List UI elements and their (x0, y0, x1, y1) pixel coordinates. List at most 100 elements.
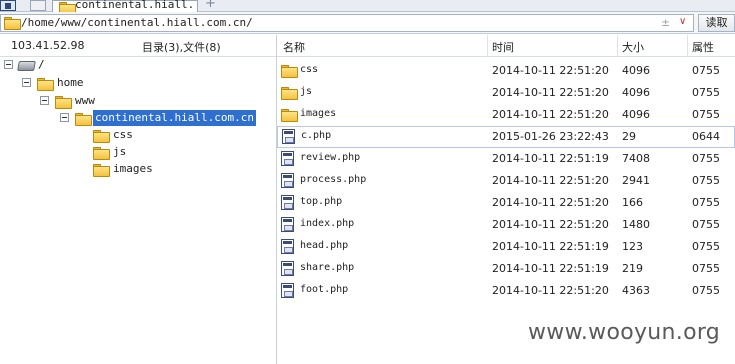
file-name: share.php (300, 262, 355, 273)
file-time: 2014-10-11 22:51:20 (492, 196, 609, 209)
column-separator[interactable] (487, 35, 488, 57)
tree-label: www (75, 94, 95, 107)
path-input[interactable]: /home/www/continental.hiall.com.cn/ ± ∨ (0, 14, 694, 32)
list-item[interactable]: index.php 2014-10-11 22:51:20 1480 0755 (277, 214, 735, 236)
list-item[interactable]: top.php 2014-10-11 22:51:20 166 0755 (277, 192, 735, 214)
column-separator[interactable] (687, 35, 688, 57)
php-file-icon (281, 217, 294, 232)
php-file-icon (281, 195, 294, 210)
file-time: 2014-10-11 22:51:20 (492, 64, 609, 77)
file-attr: 0755 (692, 284, 720, 297)
new-window-button[interactable] (30, 0, 46, 11)
file-attr: 0755 (692, 240, 720, 253)
column-attr[interactable]: 属性 (692, 39, 714, 55)
folder-icon (93, 130, 110, 143)
tree-label-selected: continental.hiall.com.cn (93, 110, 256, 126)
file-attr: 0755 (692, 108, 720, 121)
file-size: 166 (622, 196, 643, 209)
file-time: 2014-10-11 22:51:19 (492, 240, 609, 253)
folder-icon (93, 147, 110, 160)
collapse-icon[interactable] (4, 60, 13, 69)
app-menu-button[interactable] (0, 0, 16, 11)
folder-icon (281, 109, 298, 122)
collapse-icon[interactable] (60, 113, 69, 122)
path-text: /home/www/continental.hiall.com.cn/ (21, 16, 253, 29)
column-size[interactable]: 大小 (622, 39, 644, 55)
file-name: images (300, 108, 337, 119)
list-item[interactable]: head.php 2014-10-11 22:51:19 123 0755 (277, 236, 735, 258)
php-file-icon (281, 261, 294, 276)
file-time: 2014-10-11 22:51:20 (492, 284, 609, 297)
file-time: 2014-10-11 22:51:19 (492, 262, 609, 275)
file-name: foot.php (300, 284, 349, 295)
file-attr: 0755 (692, 174, 720, 187)
file-list: css 2014-10-11 22:51:20 4096 0755 js 201… (277, 60, 735, 302)
read-button[interactable]: 读取 (698, 14, 735, 32)
add-tab-icon[interactable]: + (205, 0, 216, 11)
file-attr: 0755 (692, 218, 720, 231)
file-time: 2014-10-11 22:51:19 (492, 152, 609, 165)
file-size: 1480 (622, 218, 650, 231)
column-name[interactable]: 名称 (283, 39, 305, 55)
tree-header: 103.41.52.98 目录(3),文件(8) (0, 35, 276, 57)
file-size: 219 (622, 262, 643, 275)
column-separator[interactable] (617, 35, 618, 57)
php-file-icon (281, 283, 294, 298)
tree-label: js (113, 145, 127, 158)
tab-bar: continental.hiall... + (0, 0, 735, 15)
column-time[interactable]: 时间 (492, 39, 514, 55)
file-time: 2015-01-26 23:22:43 (492, 130, 609, 143)
file-time: 2014-10-11 22:51:20 (492, 218, 609, 231)
folder-icon (55, 96, 72, 109)
file-name: js (300, 86, 313, 97)
watermark: www.wooyun.org (528, 320, 721, 345)
folder-icon (75, 113, 92, 126)
file-name: review.php (300, 152, 361, 163)
file-name: c.php (301, 130, 332, 141)
file-name: index.php (300, 218, 355, 229)
file-time: 2014-10-11 22:51:20 (492, 174, 609, 187)
folder-icon (37, 78, 54, 91)
file-list-header: 名称 时间 大小 属性 (277, 35, 735, 57)
list-item[interactable]: share.php 2014-10-11 22:51:19 219 0755 (277, 258, 735, 280)
folder-icon (4, 17, 21, 30)
tree-label: / (38, 58, 45, 71)
file-attr: 0755 (692, 152, 720, 165)
file-time: 2014-10-11 22:51:20 (492, 86, 609, 99)
php-file-icon (282, 129, 295, 144)
file-size: 2941 (622, 174, 650, 187)
list-item[interactable]: foot.php 2014-10-11 22:51:20 4363 0755 (277, 280, 735, 302)
list-item[interactable]: process.php 2014-10-11 22:51:20 2941 075… (277, 170, 735, 192)
file-size: 4096 (622, 108, 650, 121)
server-ip: 103.41.52.98 (11, 39, 85, 52)
tab-label: continental.hiall... (75, 0, 195, 11)
tree-label: home (57, 76, 84, 89)
collapse-icon[interactable] (40, 96, 49, 105)
file-size: 4363 (622, 284, 650, 297)
tree-label: images (113, 162, 153, 175)
file-attr: 0755 (692, 196, 720, 209)
chevron-down-icon[interactable]: ∨ (679, 16, 686, 27)
folder-icon (281, 65, 298, 78)
list-item[interactable]: images 2014-10-11 22:51:20 4096 0755 (277, 104, 735, 126)
collapse-icon[interactable] (22, 78, 31, 87)
plus-minus-icon[interactable]: ± (661, 16, 670, 29)
file-size: 4096 (622, 64, 650, 77)
item-count: 目录(3),文件(8) (142, 41, 221, 54)
list-item[interactable]: review.php 2014-10-11 22:51:19 7408 0755 (277, 148, 735, 170)
folder-icon (281, 87, 298, 100)
file-attr: 0755 (692, 86, 720, 99)
drive-icon (18, 60, 34, 70)
list-item[interactable]: js 2014-10-11 22:51:20 4096 0755 (277, 82, 735, 104)
list-item[interactable]: css 2014-10-11 22:51:20 4096 0755 (277, 60, 735, 82)
list-item-focused[interactable]: c.php 2015-01-26 23:22:43 29 0644 (277, 126, 735, 148)
file-name: head.php (300, 240, 349, 251)
php-file-icon (281, 239, 294, 254)
file-time: 2014-10-11 22:51:20 (492, 108, 609, 121)
folder-icon (93, 164, 110, 177)
address-bar: /home/www/continental.hiall.com.cn/ ± ∨ … (0, 12, 735, 34)
php-file-icon (281, 173, 294, 188)
tab-continental[interactable]: continental.hiall... (52, 0, 198, 15)
file-size: 29 (622, 130, 636, 143)
php-file-icon (281, 151, 294, 166)
